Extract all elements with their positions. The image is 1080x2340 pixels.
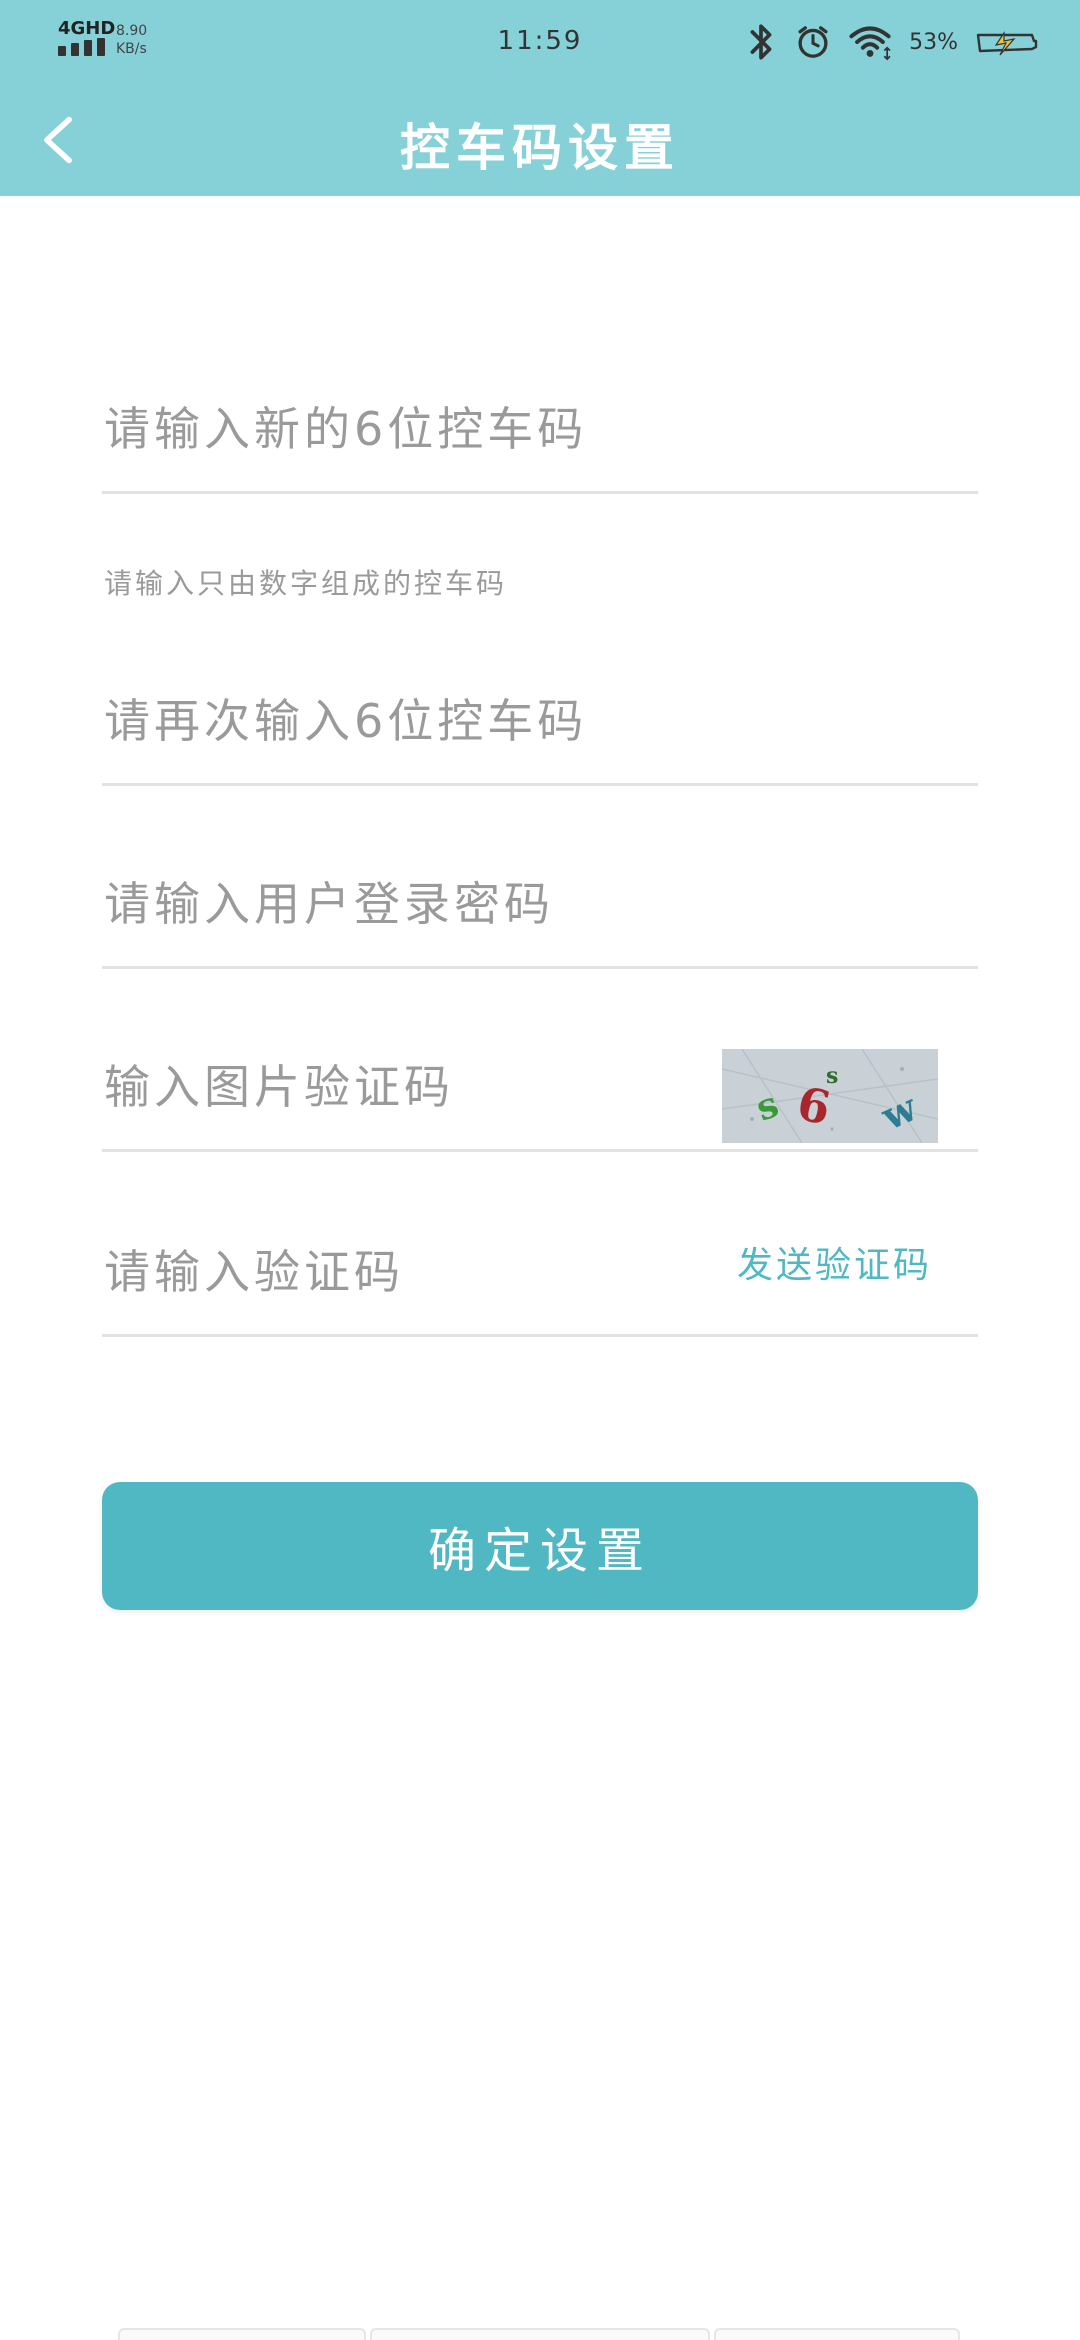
image-captcha-row: s 6 s w xyxy=(102,969,978,1152)
bluetooth-icon xyxy=(750,24,772,60)
bottom-segment xyxy=(714,2328,960,2340)
captcha-graphic: s 6 s w xyxy=(722,1049,938,1143)
alarm-icon xyxy=(798,26,828,58)
bottom-segment xyxy=(118,2328,366,2340)
login-password-input[interactable] xyxy=(104,872,724,936)
status-icons: 53% xyxy=(743,20,1040,64)
bottom-segment xyxy=(370,2328,710,2340)
battery-charging-icon xyxy=(976,31,1038,56)
captcha-image[interactable]: s 6 s w xyxy=(722,1049,938,1143)
header: 4GHD 8.90 KB/s 11:59 53% 控车码设置 xyxy=(0,0,1080,196)
sms-code-input[interactable] xyxy=(104,1240,624,1304)
send-code-button[interactable]: 发送验证码 xyxy=(737,1236,932,1288)
title-bar: 控车码设置 xyxy=(0,84,1080,196)
wifi-icon xyxy=(849,26,891,61)
code-hint: 请输入只由数字组成的控车码 xyxy=(104,567,508,600)
confirm-settings-button[interactable]: 确定设置 xyxy=(102,1482,978,1610)
app-screen: 4GHD 8.90 KB/s 11:59 53% 控车码设置 请输入只由数字组成… xyxy=(0,0,1080,2340)
new-code-input[interactable] xyxy=(104,397,724,461)
sms-code-row: 发送验证码 xyxy=(102,1152,978,1337)
battery-percent: 53% xyxy=(909,29,958,55)
confirm-code-row xyxy=(102,658,978,786)
page-title: 控车码设置 xyxy=(400,119,680,177)
image-captcha-input[interactable] xyxy=(104,1055,624,1119)
status-bar: 4GHD 8.90 KB/s 11:59 53% xyxy=(0,0,1080,84)
captcha-char-3: s xyxy=(826,1063,838,1089)
bottom-edge-strip xyxy=(0,2328,1080,2340)
login-password-row xyxy=(102,786,978,969)
confirm-code-input[interactable] xyxy=(104,689,724,753)
new-code-row xyxy=(102,366,978,494)
